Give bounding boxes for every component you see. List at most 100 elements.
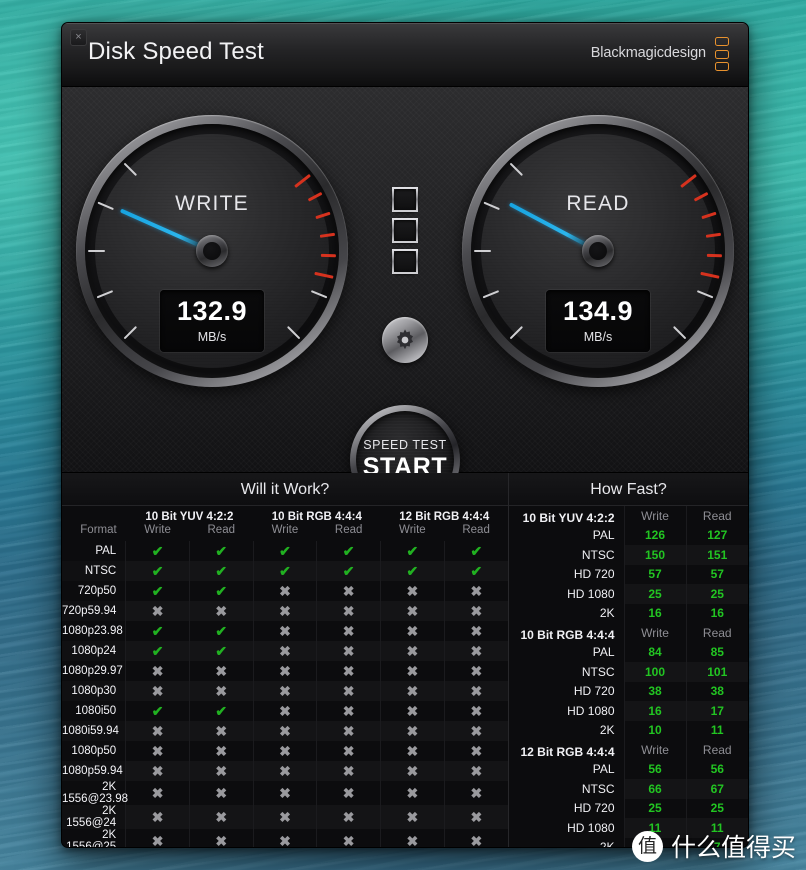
unsupported-icon: ✖ <box>316 661 381 681</box>
read-speed-value: 151 <box>685 545 748 565</box>
read-speed-value: 25 <box>685 584 748 604</box>
table-row: NTSC 150 151 <box>509 545 748 565</box>
read-gauge-hub <box>582 235 614 267</box>
page-title: Disk Speed Test <box>88 38 264 65</box>
close-icon[interactable]: × <box>70 29 87 46</box>
table-row: PAL 84 85 <box>509 642 748 662</box>
write-speed-value: 16 <box>623 701 686 721</box>
write-value: 132.9 <box>176 296 248 326</box>
format-label: 720p59.94 <box>62 605 117 617</box>
supported-icon: ✔ <box>125 581 190 601</box>
column-header-read-1: Read <box>334 524 363 536</box>
column-header-write-2: Write <box>399 524 426 536</box>
status-light-1[interactable] <box>392 187 418 212</box>
table-row: PAL 126 127 <box>509 525 748 545</box>
will-it-work-body: PAL ✔ ✔ ✔ ✔ ✔ ✔ NTSC ✔ ✔ ✔ ✔ ✔ ✔ 720p50 ✔ ✔ ✖ ✖ ✖ ✖ 720p59.94… <box>62 541 508 848</box>
status-light-2[interactable] <box>392 218 418 243</box>
unsupported-icon: ✖ <box>380 761 445 781</box>
write-speed-value: 25 <box>623 584 686 604</box>
unsupported-icon: ✖ <box>443 661 508 681</box>
watermark-logo-icon: 值 <box>631 830 663 862</box>
table-row: 2K 16 16 <box>509 603 748 623</box>
settings-button[interactable] <box>382 317 428 363</box>
table-row: 720p50 ✔ ✔ ✖ ✖ ✖ ✖ <box>62 581 508 601</box>
table-row: 1080i50 ✔ ✔ ✖ ✖ ✖ ✖ <box>62 701 508 721</box>
table-row: 1080p29.97 ✖ ✖ ✖ ✖ ✖ ✖ <box>62 661 508 681</box>
unsupported-icon: ✖ <box>380 741 445 761</box>
unsupported-icon: ✖ <box>316 829 381 847</box>
unsupported-icon: ✖ <box>252 741 317 761</box>
unsupported-icon: ✖ <box>316 601 381 621</box>
column-header-format: Format <box>80 524 117 536</box>
gauges-panel: WRITE 132.9 MB/s READ 134.9 MB/s SPEED T… <box>62 87 748 515</box>
write-speed-value: 56 <box>623 759 686 779</box>
format-label: 2K <box>599 723 615 738</box>
supported-icon: ✔ <box>443 541 508 561</box>
unsupported-icon: ✖ <box>316 805 381 829</box>
unsupported-icon: ✖ <box>443 781 508 805</box>
section-name: 12 Bit RGB 4:4:4 <box>520 744 615 759</box>
status-light-3[interactable] <box>392 249 418 274</box>
unsupported-icon: ✖ <box>252 641 317 661</box>
will-it-work-panel: Will it Work? 10 Bit YUV 4:2:2 10 Bit RG… <box>62 473 509 848</box>
start-button-sublabel: SPEED TEST <box>363 438 447 452</box>
watermark: 值 什么值得买 <box>631 828 796 864</box>
unsupported-icon: ✖ <box>252 621 317 641</box>
unsupported-icon: ✖ <box>188 721 254 741</box>
write-speed-value: 150 <box>623 545 686 565</box>
unsupported-icon: ✖ <box>380 829 445 847</box>
column-header-read: Read <box>685 740 748 760</box>
format-label: 2K 1556@24 <box>66 805 117 829</box>
supported-icon: ✔ <box>380 541 445 561</box>
unsupported-icon: ✖ <box>252 661 317 681</box>
column-header-write-0: Write <box>144 524 171 536</box>
table-row: 2K 1556@24 ✖ ✖ ✖ ✖ ✖ ✖ <box>62 805 508 829</box>
group-header-0: 10 Bit YUV 4:2:2 <box>145 511 234 523</box>
write-gauge: WRITE 132.9 MB/s <box>76 115 348 387</box>
column-header-read: Read <box>685 506 748 526</box>
table-row: 2K 10 11 <box>509 720 748 740</box>
unsupported-icon: ✖ <box>125 681 190 701</box>
write-speed-value: 57 <box>623 564 686 584</box>
supported-icon: ✔ <box>316 541 381 561</box>
unsupported-icon: ✖ <box>443 721 508 741</box>
supported-icon: ✔ <box>316 561 381 581</box>
table-row: 1080i59.94 ✖ ✖ ✖ ✖ ✖ ✖ <box>62 721 508 741</box>
unsupported-icon: ✖ <box>125 761 190 781</box>
unsupported-icon: ✖ <box>316 721 381 741</box>
table-row: 1080p50 ✖ ✖ ✖ ✖ ✖ ✖ <box>62 741 508 761</box>
read-value: 134.9 <box>562 296 634 326</box>
supported-icon: ✔ <box>188 581 254 601</box>
table-row: HD 1080 25 25 <box>509 584 748 604</box>
will-it-work-head: 10 Bit YUV 4:2:2 10 Bit RGB 4:4:4 12 Bit… <box>62 506 508 541</box>
format-label: 2K 1556@25 <box>66 829 117 848</box>
table-row: HD 720 57 57 <box>509 564 748 584</box>
unsupported-icon: ✖ <box>380 661 445 681</box>
format-label: 1080i59.94 <box>62 725 119 737</box>
unsupported-icon: ✖ <box>252 701 317 721</box>
read-speed-value: 57 <box>685 564 748 584</box>
supported-icon: ✔ <box>188 561 254 581</box>
format-label: PAL <box>95 545 117 557</box>
unsupported-icon: ✖ <box>252 781 317 805</box>
supported-icon: ✔ <box>125 701 190 721</box>
sub-header-row: Format Write Read Write Read Write Read <box>62 524 508 541</box>
unsupported-icon: ✖ <box>125 829 190 847</box>
group-header-row: 10 Bit YUV 4:2:2 10 Bit RGB 4:4:4 12 Bit… <box>62 506 508 524</box>
unsupported-icon: ✖ <box>316 741 381 761</box>
unsupported-icon: ✖ <box>125 781 190 805</box>
disk-speed-test-window: × Disk Speed Test Blackmagicdesign WRITE… <box>61 22 749 848</box>
supported-icon: ✔ <box>188 541 254 561</box>
how-fast-title: How Fast? <box>509 473 748 506</box>
supported-icon: ✔ <box>125 541 190 561</box>
read-speed-value: 16 <box>685 603 748 623</box>
table-row: HD 720 25 25 <box>509 798 748 818</box>
format-label: NTSC <box>581 547 615 562</box>
read-readout: 134.9 MB/s <box>546 290 650 352</box>
group-header-spacer <box>62 506 126 524</box>
unsupported-icon: ✖ <box>380 581 445 601</box>
title-bar: × Disk Speed Test Blackmagicdesign <box>62 23 748 87</box>
unsupported-icon: ✖ <box>252 829 317 847</box>
read-speed-value: 101 <box>685 662 748 682</box>
table-row: NTSC ✔ ✔ ✔ ✔ ✔ ✔ <box>62 561 508 581</box>
